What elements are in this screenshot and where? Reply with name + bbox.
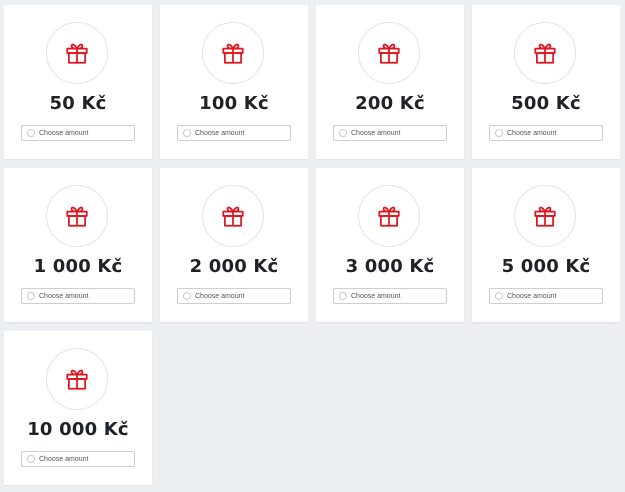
gift-icon-circle	[46, 22, 108, 84]
choose-amount-button[interactable]: Choose amount	[333, 125, 447, 141]
radio-circle[interactable]	[339, 129, 347, 137]
choose-amount-label: Choose amount	[39, 292, 89, 300]
voucher-amount: 1 000 Kč	[33, 256, 123, 277]
radio-circle[interactable]	[183, 129, 191, 137]
choose-amount-button[interactable]: Choose amount	[177, 288, 291, 304]
gift-icon-circle	[46, 185, 108, 247]
radio-circle[interactable]	[27, 129, 35, 137]
radio-circle[interactable]	[27, 292, 35, 300]
gift-icon	[378, 206, 400, 227]
choose-amount-button[interactable]: Choose amount	[21, 451, 135, 467]
choose-amount-button[interactable]: Choose amount	[177, 125, 291, 141]
voucher-card[interactable]: 2 000 Kč Choose amount	[160, 168, 308, 322]
gift-icon-circle	[46, 348, 108, 410]
radio-circle[interactable]	[183, 292, 191, 300]
choose-amount-label: Choose amount	[507, 129, 557, 137]
choose-amount-label: Choose amount	[351, 292, 401, 300]
voucher-amount: 50 Kč	[49, 93, 107, 114]
choose-amount-button[interactable]: Choose amount	[333, 288, 447, 304]
voucher-card[interactable]: 200 Kč Choose amount	[316, 5, 464, 159]
voucher-amount: 500 Kč	[511, 93, 581, 114]
choose-amount-label: Choose amount	[351, 129, 401, 137]
choose-amount-button[interactable]: Choose amount	[489, 288, 603, 304]
choose-amount-label: Choose amount	[507, 292, 557, 300]
gift-icon-circle	[202, 22, 264, 84]
gift-icon-circle	[202, 185, 264, 247]
voucher-card[interactable]: 10 000 Kč Choose amount	[4, 331, 152, 485]
voucher-amount: 5 000 Kč	[501, 256, 591, 277]
choose-amount-label: Choose amount	[195, 292, 245, 300]
voucher-card[interactable]: 500 Kč Choose amount	[472, 5, 620, 159]
gift-icon	[534, 43, 556, 64]
gift-icon-circle	[514, 22, 576, 84]
voucher-card[interactable]: 1 000 Kč Choose amount	[4, 168, 152, 322]
choose-amount-button[interactable]: Choose amount	[489, 125, 603, 141]
gift-icon	[378, 43, 400, 64]
gift-icon	[66, 206, 88, 227]
radio-circle[interactable]	[495, 129, 503, 137]
gift-icon	[222, 206, 244, 227]
choose-amount-label: Choose amount	[195, 129, 245, 137]
choose-amount-label: Choose amount	[39, 455, 89, 463]
voucher-amount: 100 Kč	[199, 93, 269, 114]
radio-circle[interactable]	[495, 292, 503, 300]
radio-circle[interactable]	[339, 292, 347, 300]
voucher-amount: 2 000 Kč	[189, 256, 279, 277]
gift-icon	[66, 43, 88, 64]
radio-circle[interactable]	[27, 455, 35, 463]
voucher-card[interactable]: 3 000 Kč Choose amount	[316, 168, 464, 322]
voucher-card[interactable]: 50 Kč Choose amount	[4, 5, 152, 159]
voucher-card[interactable]: 100 Kč Choose amount	[160, 5, 308, 159]
choose-amount-button[interactable]: Choose amount	[21, 125, 135, 141]
gift-icon-circle	[358, 22, 420, 84]
voucher-amount: 200 Kč	[355, 93, 425, 114]
voucher-amount: 10 000 Kč	[27, 419, 129, 440]
gift-icon	[534, 206, 556, 227]
gift-icon-circle	[514, 185, 576, 247]
gift-icon	[66, 369, 88, 390]
gift-icon	[222, 43, 244, 64]
choose-amount-label: Choose amount	[39, 129, 89, 137]
choose-amount-button[interactable]: Choose amount	[21, 288, 135, 304]
gift-icon-circle	[358, 185, 420, 247]
voucher-grid: 50 Kč Choose amount 100 Kč Choose amount	[4, 5, 620, 485]
voucher-amount: 3 000 Kč	[345, 256, 435, 277]
voucher-card[interactable]: 5 000 Kč Choose amount	[472, 168, 620, 322]
